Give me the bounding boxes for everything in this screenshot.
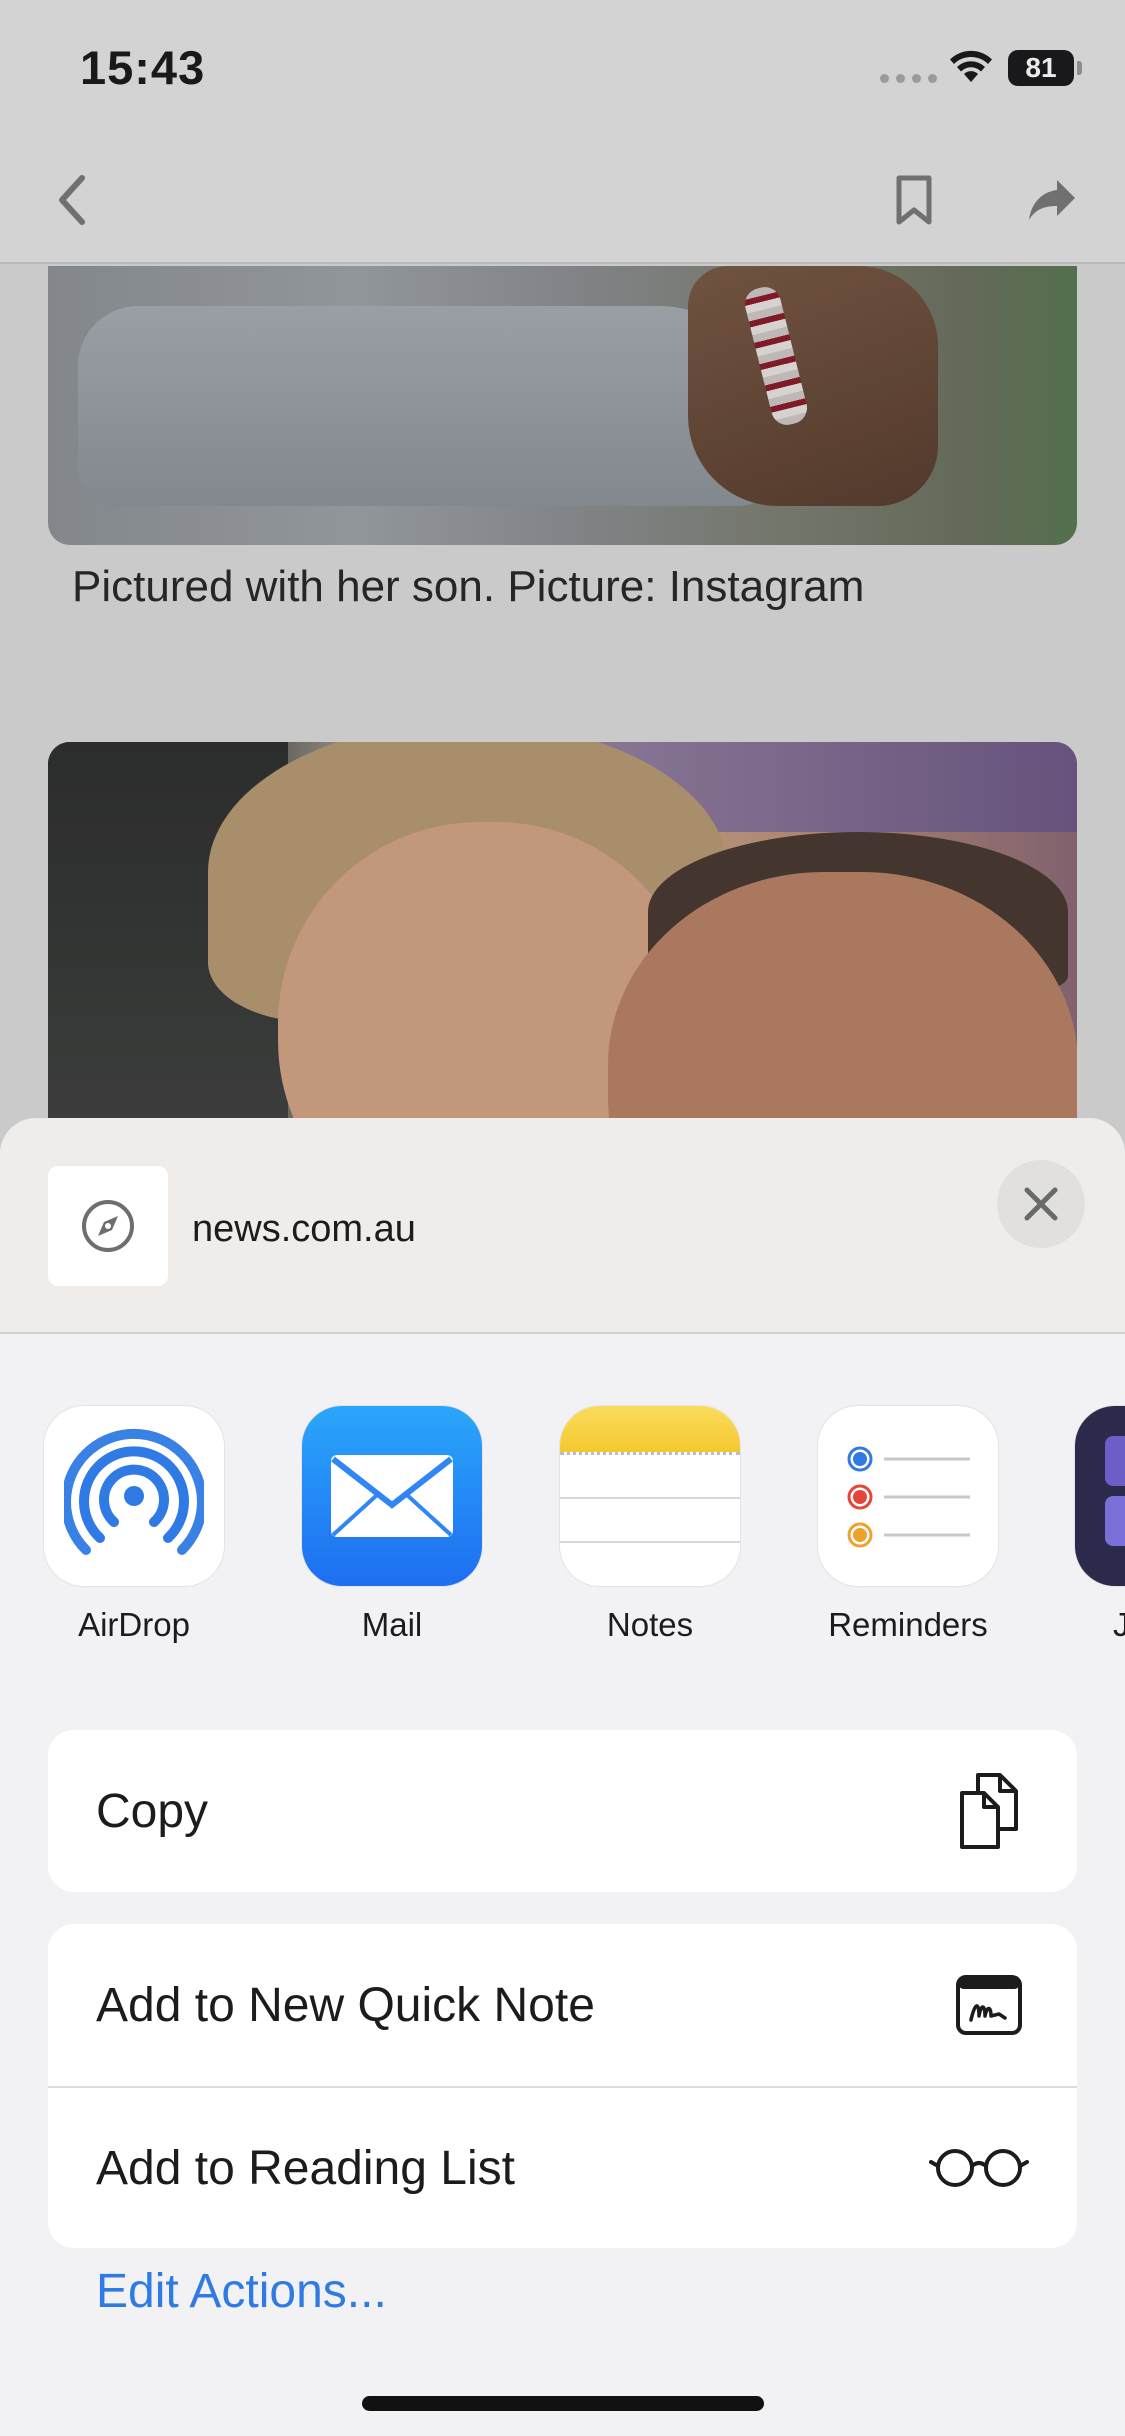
airdrop-icon (44, 1406, 224, 1586)
glasses-icon (929, 2128, 1029, 2208)
note-actions-group: Add to New Quick Note Add to Reading Lis… (48, 1924, 1077, 2248)
share-sheet: news.com.au AirDrop Mail Notes Reminders… (0, 1118, 1125, 2436)
copy-action[interactable]: Copy (48, 1730, 1077, 1892)
share-sheet-header: news.com.au (0, 1118, 1125, 1334)
app-label: J (1113, 1606, 1125, 1643)
app-label: Notes (606, 1606, 694, 1643)
share-app-partial[interactable]: J (1075, 1406, 1125, 1644)
close-button[interactable] (997, 1160, 1085, 1248)
edit-actions-link[interactable]: Edit Actions... (96, 2264, 387, 2319)
share-app-reminders[interactable]: Reminders (818, 1406, 998, 1644)
app-icon (1075, 1406, 1125, 1586)
quick-note-icon (949, 1965, 1029, 2045)
compass-icon (82, 1200, 134, 1252)
quick-note-label: Add to New Quick Note (96, 1978, 595, 2032)
share-app-notes[interactable]: Notes (560, 1406, 740, 1644)
share-app-airdrop[interactable]: AirDrop (44, 1406, 224, 1644)
mail-icon (302, 1406, 482, 1586)
home-indicator[interactable] (362, 2396, 764, 2411)
reading-list-action[interactable]: Add to Reading List (48, 2086, 1077, 2248)
app-label: Reminders (828, 1606, 988, 1643)
app-label: AirDrop (78, 1606, 190, 1643)
share-apps-row: AirDrop Mail Notes Reminders J (0, 1406, 1125, 1656)
notes-icon (560, 1406, 740, 1586)
reading-list-label: Add to Reading List (96, 2141, 515, 2195)
quick-note-action[interactable]: Add to New Quick Note (48, 1924, 1077, 2086)
site-thumbnail (48, 1166, 168, 1286)
share-app-mail[interactable]: Mail (302, 1406, 482, 1644)
close-icon (1024, 1187, 1058, 1221)
copy-icon (949, 1771, 1029, 1851)
site-name: news.com.au (192, 1208, 416, 1250)
reminders-icon (818, 1406, 998, 1586)
copy-label: Copy (96, 1784, 209, 1838)
copy-action-group: Copy (48, 1730, 1077, 1892)
app-label: Mail (361, 1606, 423, 1643)
